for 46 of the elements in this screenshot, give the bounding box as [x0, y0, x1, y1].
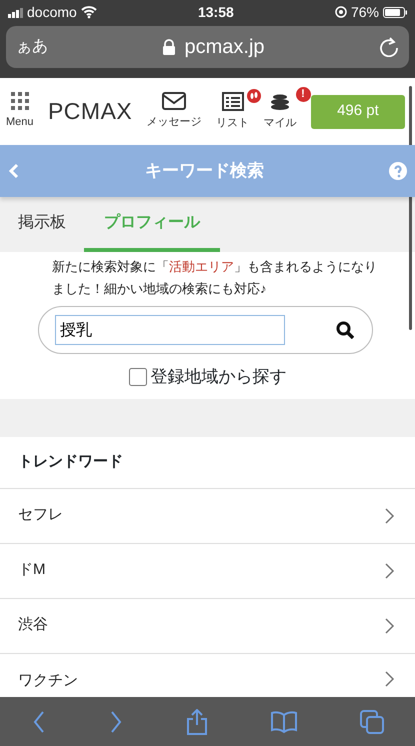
trend-item[interactable]: セフレ	[0, 488, 415, 544]
grid-icon	[10, 92, 29, 110]
trend-word: 渋谷	[18, 615, 48, 636]
alert-badge: !	[296, 87, 311, 102]
text-size-button[interactable]: ぁあ	[16, 35, 48, 59]
lock-icon	[162, 39, 176, 55]
rotation-lock-icon	[334, 6, 347, 18]
logo[interactable]: PCMAX	[48, 94, 132, 129]
page-title: キーワード検索	[145, 160, 264, 182]
help-icon[interactable]	[389, 162, 407, 180]
search-icon[interactable]	[336, 321, 354, 339]
back-icon[interactable]	[32, 710, 46, 734]
footprint-icon	[247, 88, 262, 103]
signal-icon	[8, 6, 23, 18]
tabs-icon[interactable]	[360, 710, 384, 734]
chevron-icon	[384, 506, 395, 524]
battery-icon	[383, 6, 407, 18]
trend-word: セフレ	[18, 505, 63, 526]
clock-time: 13:58	[198, 2, 234, 22]
forward-icon[interactable]	[108, 710, 122, 734]
envelope-icon	[162, 92, 186, 110]
chevron-icon	[384, 670, 395, 688]
bookmarks-icon[interactable]	[270, 710, 296, 734]
notice-text: 新たに検索対象に「活動エリア」も含まれるようになりました！細かい地域の検索にも対応♪	[51, 258, 378, 298]
trend-word: ワクチン	[18, 670, 78, 690]
trend-word: ドM	[18, 560, 46, 580]
carrier-name: docomo	[27, 2, 77, 22]
back-icon[interactable]	[8, 163, 20, 179]
menu-button[interactable]: Menu	[6, 92, 34, 131]
search-field[interactable]: 授乳	[55, 315, 285, 345]
nav-button[interactable]: リスト	[216, 92, 250, 132]
share-icon[interactable]	[186, 708, 208, 734]
chevron-icon	[384, 562, 395, 580]
url-text[interactable]: pcmax.jp	[184, 32, 265, 62]
checkbox[interactable]	[128, 368, 146, 386]
checkbox-label: 登録地域から探す	[150, 366, 286, 388]
trend-item[interactable]: 渋谷	[0, 598, 415, 654]
tab[interactable]: 掲示板	[0, 197, 84, 252]
wifi-icon	[80, 5, 97, 19]
nav-button[interactable]: メッセージ	[146, 92, 202, 131]
battery-percent: 76%	[350, 2, 379, 22]
list-icon	[222, 92, 244, 111]
trend-item[interactable]: ドM	[0, 544, 415, 598]
reload-icon[interactable]	[379, 37, 399, 57]
nav-button[interactable]: マイル	[264, 91, 297, 132]
chevron-icon	[384, 616, 395, 634]
